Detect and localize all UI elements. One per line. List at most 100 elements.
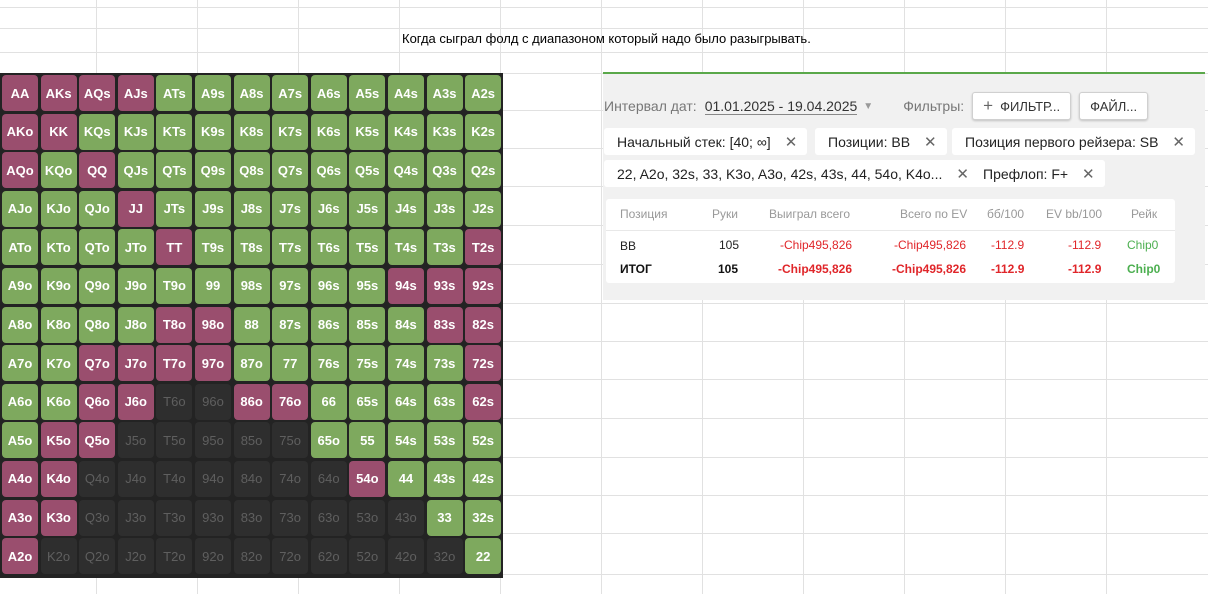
hand-cell-85s[interactable]: 85s: [349, 306, 386, 343]
hand-cell-93o[interactable]: 93o: [194, 499, 231, 536]
hand-cell-A9o[interactable]: A9o: [2, 267, 38, 304]
hand-cell-K5s[interactable]: K5s: [349, 113, 386, 150]
hand-cell-96o[interactable]: 96o: [194, 383, 231, 420]
hand-cell-54o[interactable]: 54o: [349, 460, 386, 497]
hand-cell-K9o[interactable]: K9o: [40, 267, 77, 304]
hand-cell-72s[interactable]: 72s: [465, 345, 502, 382]
hand-cell-T3s[interactable]: T3s: [426, 229, 463, 266]
interval-value[interactable]: 01.01.2025 - 19.04.2025: [704, 98, 858, 115]
hand-cell-ATs[interactable]: ATs: [156, 75, 193, 111]
hand-cell-KQs[interactable]: KQs: [79, 113, 116, 150]
hand-cell-A6o[interactable]: A6o: [2, 383, 38, 420]
hand-cell-93s[interactable]: 93s: [426, 267, 463, 304]
hand-cell-T5s[interactable]: T5s: [349, 229, 386, 266]
hand-cell-54s[interactable]: 54s: [387, 422, 424, 459]
hand-cell-T4o[interactable]: T4o: [156, 460, 193, 497]
col-header-won[interactable]: Выиграл всего: [769, 207, 850, 221]
hand-cell-33[interactable]: 33: [426, 499, 463, 536]
hand-cell-AJo[interactable]: AJo: [2, 190, 38, 227]
hand-cell-K4s[interactable]: K4s: [387, 113, 424, 150]
hand-cell-K7s[interactable]: K7s: [272, 113, 309, 150]
hand-cell-62s[interactable]: 62s: [465, 383, 502, 420]
hand-cell-Q8o[interactable]: Q8o: [79, 306, 116, 343]
col-header-evbb100[interactable]: EV bb/100: [1046, 207, 1102, 221]
hand-cell-Q7o[interactable]: Q7o: [79, 345, 116, 382]
hand-cell-A7s[interactable]: A7s: [272, 75, 309, 111]
hand-cell-AQo[interactable]: AQo: [2, 152, 38, 189]
hand-cell-A8s[interactable]: A8s: [233, 75, 270, 111]
caret-down-icon[interactable]: ▼: [863, 101, 873, 112]
hand-cell-J8o[interactable]: J8o: [117, 306, 154, 343]
hand-cell-94o[interactable]: 94o: [194, 460, 231, 497]
hand-cell-AKo[interactable]: AKo: [2, 113, 38, 150]
hand-cell-A3o[interactable]: A3o: [2, 499, 38, 536]
hand-cell-KJo[interactable]: KJo: [40, 190, 77, 227]
hand-cell-Q3o[interactable]: Q3o: [79, 499, 116, 536]
hand-cell-K5o[interactable]: K5o: [40, 422, 77, 459]
close-icon[interactable]: ✕: [1082, 165, 1095, 183]
hand-cell-63s[interactable]: 63s: [426, 383, 463, 420]
hand-cell-84s[interactable]: 84s: [387, 306, 424, 343]
hand-cell-52s[interactable]: 52s: [465, 422, 502, 459]
hand-cell-A6s[interactable]: A6s: [310, 75, 347, 111]
hand-cell-J9s[interactable]: J9s: [194, 190, 231, 227]
hand-cell-T4s[interactable]: T4s: [387, 229, 424, 266]
hand-cell-83s[interactable]: 83s: [426, 306, 463, 343]
hand-cell-J7s[interactable]: J7s: [272, 190, 309, 227]
hand-cell-Q9s[interactable]: Q9s: [194, 152, 231, 189]
hand-cell-53s[interactable]: 53s: [426, 422, 463, 459]
hand-cell-T2s[interactable]: T2s: [465, 229, 502, 266]
hand-cell-Q8s[interactable]: Q8s: [233, 152, 270, 189]
hand-cell-62o[interactable]: 62o: [310, 538, 347, 575]
hand-cell-A4o[interactable]: A4o: [2, 460, 38, 497]
hand-cell-65s[interactable]: 65s: [349, 383, 386, 420]
hand-cell-A5s[interactable]: A5s: [349, 75, 386, 111]
hand-cell-A2o[interactable]: A2o: [2, 538, 38, 575]
col-header-hands[interactable]: Руки: [712, 207, 738, 221]
hand-cell-73s[interactable]: 73s: [426, 345, 463, 382]
hand-cell-QJs[interactable]: QJs: [117, 152, 154, 189]
hand-cell-JTs[interactable]: JTs: [156, 190, 193, 227]
hand-cell-Q4s[interactable]: Q4s: [387, 152, 424, 189]
filter-chip-stack[interactable]: Начальный стек: [40; ∞] ✕: [604, 128, 808, 155]
file-button[interactable]: ФАЙЛ...: [1079, 92, 1149, 120]
hand-cell-32o[interactable]: 32o: [426, 538, 463, 575]
hand-cell-42s[interactable]: 42s: [465, 460, 502, 497]
hand-cell-QTs[interactable]: QTs: [156, 152, 193, 189]
hand-cell-77[interactable]: 77: [272, 345, 309, 382]
hand-cell-K8o[interactable]: K8o: [40, 306, 77, 343]
hand-cell-72o[interactable]: 72o: [272, 538, 309, 575]
hand-cell-K3s[interactable]: K3s: [426, 113, 463, 150]
hand-cell-97o[interactable]: 97o: [194, 345, 231, 382]
hand-cell-JJ[interactable]: JJ: [117, 190, 154, 227]
hand-cell-K4o[interactable]: K4o: [40, 460, 77, 497]
hand-cell-99[interactable]: 99: [194, 267, 231, 304]
hand-cell-86s[interactable]: 86s: [310, 306, 347, 343]
hand-cell-83o[interactable]: 83o: [233, 499, 270, 536]
hand-cell-22[interactable]: 22: [465, 538, 502, 575]
hand-cell-82s[interactable]: 82s: [465, 306, 502, 343]
hand-cell-AA[interactable]: AA: [2, 75, 38, 111]
hand-cell-K7o[interactable]: K7o: [40, 345, 77, 382]
hand-cell-JTo[interactable]: JTo: [117, 229, 154, 266]
hand-cell-J5o[interactable]: J5o: [117, 422, 154, 459]
hand-cell-T6s[interactable]: T6s: [310, 229, 347, 266]
hand-cell-KTs[interactable]: KTs: [156, 113, 193, 150]
hand-cell-T9s[interactable]: T9s: [194, 229, 231, 266]
hand-cell-A4s[interactable]: A4s: [387, 75, 424, 111]
hand-cell-K2o[interactable]: K2o: [40, 538, 77, 575]
hand-cell-T9o[interactable]: T9o: [156, 267, 193, 304]
hand-cell-92s[interactable]: 92s: [465, 267, 502, 304]
hand-cell-T6o[interactable]: T6o: [156, 383, 193, 420]
hand-cell-T5o[interactable]: T5o: [156, 422, 193, 459]
hand-cell-A5o[interactable]: A5o: [2, 422, 38, 459]
hand-cell-Q6o[interactable]: Q6o: [79, 383, 116, 420]
hand-cell-76o[interactable]: 76o: [272, 383, 309, 420]
hand-cell-87o[interactable]: 87o: [233, 345, 270, 382]
hand-cell-K3o[interactable]: K3o: [40, 499, 77, 536]
hand-cell-75o[interactable]: 75o: [272, 422, 309, 459]
hand-cell-T3o[interactable]: T3o: [156, 499, 193, 536]
hand-cell-84o[interactable]: 84o: [233, 460, 270, 497]
hand-cell-A2s[interactable]: A2s: [465, 75, 502, 111]
add-filter-button[interactable]: + ФИЛЬТР...: [972, 92, 1072, 120]
